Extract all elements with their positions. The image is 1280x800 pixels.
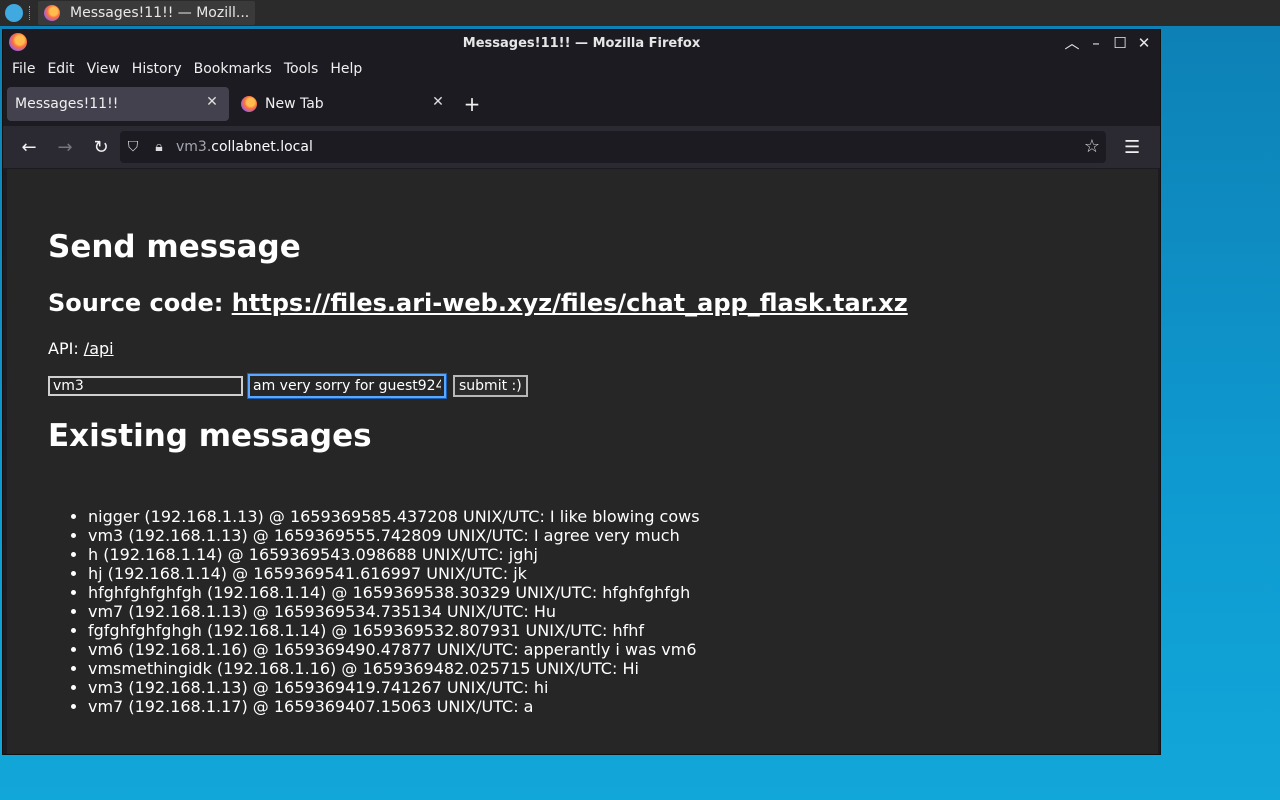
firefox-icon (241, 96, 257, 112)
list-item: nigger (192.168.1.13) @ 1659369585.43720… (88, 507, 700, 526)
tab-bar: Messages!11!! ✕ New Tab ✕ + (3, 82, 1160, 126)
page-content: Send message Source code: https://files.… (7, 169, 1158, 754)
window-maximize-icon[interactable]: ☐ (1110, 33, 1130, 53)
list-item: hfghfghfghfgh (192.168.1.14) @ 165936953… (88, 583, 700, 602)
source-code-prefix: Source code: (48, 289, 232, 317)
window-title: Messages!11!! — Mozilla Firefox (462, 35, 701, 51)
messages-list: nigger (192.168.1.13) @ 1659369585.43720… (47, 507, 700, 716)
navigation-toolbar: ← → ↻ ⛉ 🔒︎ vm3.collabnet.local ☆ ☰ (3, 126, 1160, 168)
menu-help[interactable]: Help (325, 61, 369, 77)
window-minimize-icon[interactable]: – (1086, 33, 1106, 53)
firefox-icon (9, 33, 27, 51)
list-item: vm3 (192.168.1.13) @ 1659369555.742809 U… (88, 526, 700, 545)
tab-new-tab[interactable]: New Tab ✕ (233, 87, 455, 121)
url-subdomain: vm3. (176, 139, 212, 155)
list-item: hj (192.168.1.14) @ 1659369541.616997 UN… (88, 564, 700, 583)
url-bar[interactable]: ⛉ 🔒︎ vm3.collabnet.local ☆ (120, 131, 1106, 163)
tab-messages[interactable]: Messages!11!! ✕ (7, 87, 229, 121)
url-text[interactable]: vm3.collabnet.local (176, 139, 313, 155)
window-close-icon[interactable]: ✕ (1134, 33, 1154, 53)
list-item: h (192.168.1.14) @ 1659369543.098688 UNI… (88, 545, 700, 564)
back-arrow-icon[interactable]: ← (14, 132, 44, 162)
top-panel: Messages!11!! — Mozill... (0, 0, 1280, 26)
list-item: vm3 (192.168.1.13) @ 1659369419.741267 U… (88, 678, 700, 697)
page-heading: Send message (48, 229, 301, 265)
api-prefix: API: (48, 339, 84, 358)
window-controls: ︿ – ☐ ✕ (1062, 33, 1154, 53)
bookmark-star-icon[interactable]: ☆ (1084, 136, 1100, 157)
taskbar-firefox-label: Messages!11!! — Mozill... (70, 5, 250, 21)
list-item: vmsmethingidk (192.168.1.16) @ 165936948… (88, 659, 700, 678)
api-line: API: /api (48, 339, 114, 358)
new-tab-plus-icon[interactable]: + (457, 92, 487, 116)
reload-icon[interactable]: ↻ (86, 132, 116, 162)
start-menu-icon[interactable] (5, 4, 23, 22)
forward-arrow-icon[interactable]: → (50, 132, 80, 162)
window-shade-icon[interactable]: ︿ (1062, 33, 1082, 53)
list-item: vm6 (192.168.1.16) @ 1659369490.47877 UN… (88, 640, 700, 659)
url-host: collabnet.local (211, 139, 313, 155)
menu-bar: File Edit View History Bookmarks Tools H… (3, 56, 1160, 82)
menu-view[interactable]: View (82, 61, 127, 77)
list-item: vm7 (192.168.1.13) @ 1659369534.735134 U… (88, 602, 700, 621)
hamburger-menu-icon[interactable]: ☰ (1124, 137, 1140, 158)
api-link[interactable]: /api (84, 339, 114, 358)
menu-tools[interactable]: Tools (279, 61, 326, 77)
source-code-link[interactable]: https://files.ari-web.xyz/files/chat_app… (232, 289, 908, 317)
list-item: vm7 (192.168.1.17) @ 1659369407.15063 UN… (88, 697, 700, 716)
name-input[interactable] (48, 376, 243, 396)
tab-label: Messages!11!! (15, 96, 119, 112)
menu-history[interactable]: History (127, 61, 189, 77)
source-code-heading: Source code: https://files.ari-web.xyz/f… (48, 289, 908, 317)
tab-close-icon[interactable]: ✕ (429, 94, 447, 110)
lock-icon[interactable]: 🔒︎ (146, 139, 172, 155)
message-input[interactable] (247, 373, 447, 399)
firefox-icon (44, 5, 60, 21)
firefox-window: Messages!11!! — Mozilla Firefox ︿ – ☐ ✕ … (2, 29, 1161, 755)
existing-messages-heading: Existing messages (48, 418, 372, 454)
shield-icon[interactable]: ⛉ (120, 139, 146, 155)
tab-close-icon[interactable]: ✕ (203, 94, 221, 110)
window-titlebar[interactable]: Messages!11!! — Mozilla Firefox ︿ – ☐ ✕ (3, 30, 1160, 56)
menu-edit[interactable]: Edit (42, 61, 81, 77)
taskbar-firefox-button[interactable]: Messages!11!! — Mozill... (38, 1, 256, 25)
message-form: submit :) (48, 373, 528, 399)
submit-button[interactable]: submit :) (453, 375, 528, 397)
panel-separator (29, 6, 34, 20)
list-item: fgfghfghfghgh (192.168.1.14) @ 165936953… (88, 621, 700, 640)
menu-bookmarks[interactable]: Bookmarks (189, 61, 279, 77)
menu-file[interactable]: File (7, 61, 42, 77)
tab-label: New Tab (265, 96, 324, 112)
